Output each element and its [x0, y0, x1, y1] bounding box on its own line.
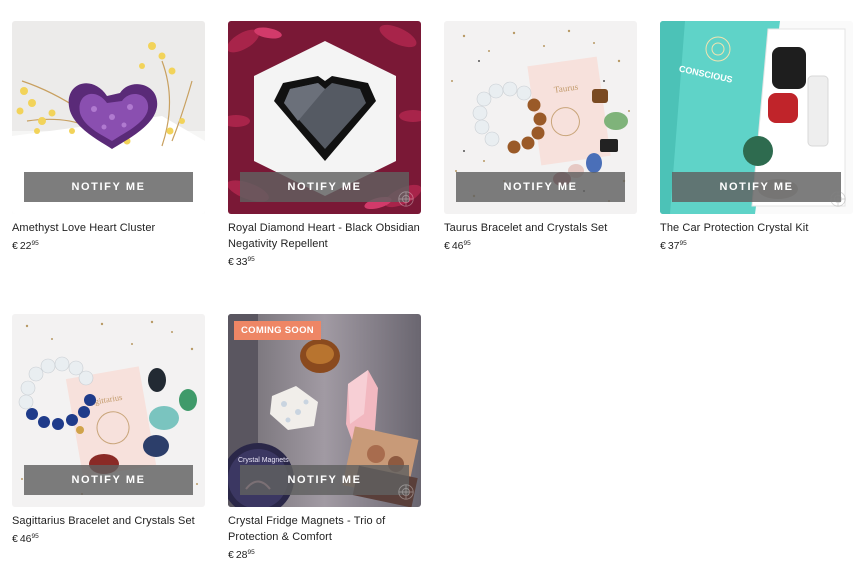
product-card[interactable]: NOTIFY ME Royal Diamond Heart - Black Ob… — [228, 21, 421, 268]
price-whole: 46 — [19, 533, 32, 545]
currency-symbol: € — [12, 240, 18, 252]
product-card[interactable]: Taurus NOTIFY ME Taurus Bracelet and Cry… — [444, 21, 637, 252]
product-image[interactable]: Sagittarius NOTIFY ME — [12, 314, 205, 507]
product-price: €4695 — [444, 240, 637, 252]
notify-me-button[interactable]: NOTIFY ME — [240, 172, 409, 202]
notify-me-button[interactable]: NOTIFY ME — [456, 172, 625, 202]
product-price: €3395 — [228, 256, 421, 268]
product-card[interactable]: Sagittarius NOTIFY ME Sagittarius Bracel… — [12, 314, 205, 545]
currency-symbol: € — [12, 533, 18, 545]
product-image[interactable]: CONSCIOUS NOTIFY ME — [660, 21, 853, 214]
price-whole: 33 — [235, 256, 248, 268]
product-card[interactable]: Crystal Magnets COMING SOON NOTIFY ME Cr… — [228, 314, 421, 561]
product-title[interactable]: Sagittarius Bracelet and Crystals Set — [12, 513, 205, 529]
product-title[interactable]: Taurus Bracelet and Crystals Set — [444, 220, 637, 236]
product-title[interactable]: Amethyst Love Heart Cluster — [12, 220, 205, 236]
currency-symbol: € — [444, 240, 450, 252]
mandala-logo-icon — [398, 484, 414, 500]
disc-print-text: Crystal Magnets — [238, 457, 289, 464]
price-cents: 95 — [247, 256, 255, 263]
price-cents: 95 — [31, 240, 39, 247]
price-cents: 95 — [31, 533, 39, 540]
price-whole: 22 — [19, 240, 32, 252]
product-card[interactable]: CONSCIOUS NOTIFY ME The Car Protection C… — [660, 21, 853, 252]
product-image[interactable]: NOTIFY ME — [228, 21, 421, 214]
product-card[interactable]: NOTIFY ME Amethyst Love Heart Cluster €2… — [12, 21, 205, 252]
product-price: €3795 — [660, 240, 853, 252]
price-whole: 37 — [667, 240, 680, 252]
product-image[interactable]: Crystal Magnets COMING SOON NOTIFY ME — [228, 314, 421, 507]
notify-me-button[interactable]: NOTIFY ME — [24, 172, 193, 202]
price-whole: 46 — [451, 240, 464, 252]
mandala-logo-icon — [398, 191, 414, 207]
currency-symbol: € — [228, 256, 234, 268]
notify-me-button[interactable]: NOTIFY ME — [240, 465, 409, 495]
product-price: €2895 — [228, 549, 421, 561]
product-title[interactable]: The Car Protection Crystal Kit — [660, 220, 853, 236]
coming-soon-badge: COMING SOON — [234, 321, 321, 340]
product-title[interactable]: Royal Diamond Heart - Black Obsidian Neg… — [228, 220, 421, 252]
price-whole: 28 — [235, 549, 248, 561]
product-title[interactable]: Crystal Fridge Magnets - Trio of Protect… — [228, 513, 421, 545]
notify-me-button[interactable]: NOTIFY ME — [672, 172, 841, 202]
product-image[interactable]: NOTIFY ME — [12, 21, 205, 214]
currency-symbol: € — [228, 549, 234, 561]
mandala-logo-icon — [830, 191, 846, 207]
notify-me-button[interactable]: NOTIFY ME — [24, 465, 193, 495]
product-price: €2295 — [12, 240, 205, 252]
currency-symbol: € — [660, 240, 666, 252]
price-cents: 95 — [247, 549, 255, 556]
product-price: €4695 — [12, 533, 205, 545]
product-image[interactable]: Taurus NOTIFY ME — [444, 21, 637, 214]
price-cents: 95 — [679, 240, 687, 247]
price-cents: 95 — [463, 240, 471, 247]
